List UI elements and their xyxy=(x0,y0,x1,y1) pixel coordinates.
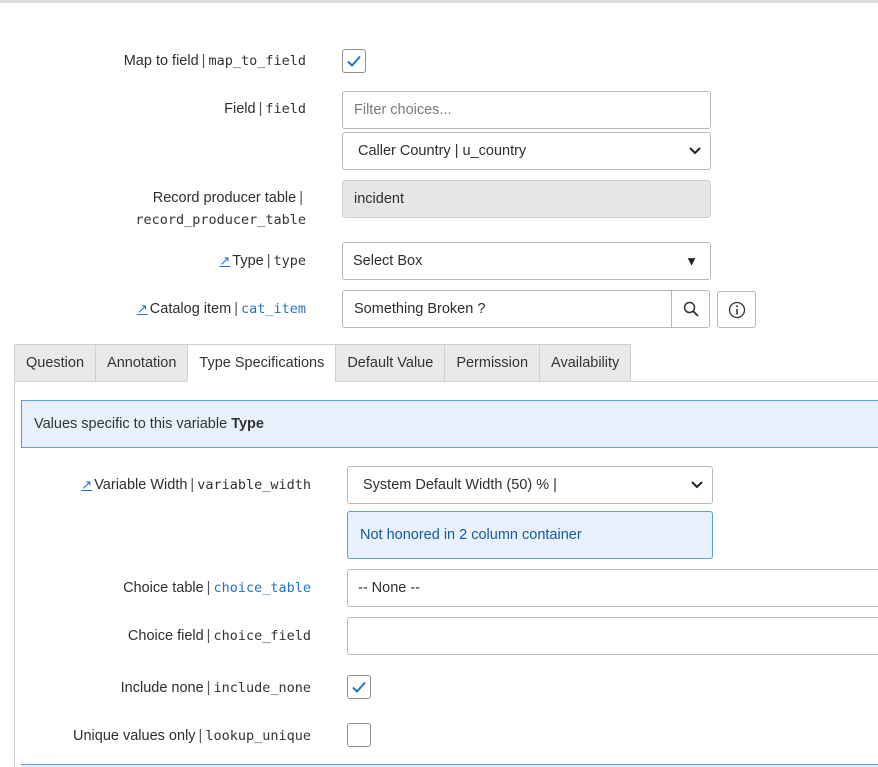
choice-table-select[interactable]: -- None -- xyxy=(347,569,878,607)
variable-width-value: System Default Width (50) % | xyxy=(363,477,557,493)
catalog-item-search-button[interactable] xyxy=(671,290,710,328)
variable-width-select[interactable]: System Default Width (50) % | xyxy=(347,466,713,504)
info-circle-icon xyxy=(728,301,745,318)
label-field: Field | field xyxy=(224,101,306,117)
tab-default-value[interactable]: Default Value xyxy=(335,344,445,382)
unique-values-checkbox[interactable] xyxy=(347,723,371,747)
label-map-to-field: Map to field | map_to_field xyxy=(123,53,306,69)
variable-width-note: Not honored in 2 column container xyxy=(347,511,713,559)
form-tabs: Question Annotation Type Specifications … xyxy=(14,344,632,382)
choice-table-value: -- None -- xyxy=(358,580,421,596)
label-type: ↗ Type | type xyxy=(219,253,306,269)
tab-panel-border xyxy=(14,381,15,767)
reference-link-icon[interactable]: ↗ xyxy=(137,301,148,316)
field-select[interactable]: Caller Country | u_country xyxy=(342,132,711,170)
field-filter-placeholder: Filter choices... xyxy=(354,102,452,118)
tab-question[interactable]: Question xyxy=(14,344,96,382)
field-filter-input[interactable]: Filter choices... xyxy=(342,91,711,129)
tab-annotation[interactable]: Annotation xyxy=(95,344,188,382)
label-catalog-item: ↗ Catalog item | cat_item xyxy=(136,301,306,317)
reference-link-icon[interactable]: ↗ xyxy=(81,477,92,492)
checkmark-icon xyxy=(347,55,361,67)
reference-link-icon[interactable]: ↗ xyxy=(219,253,230,268)
field-select-value: Caller Country | u_country xyxy=(358,143,527,159)
catalog-item-info-button[interactable] xyxy=(717,291,756,328)
catalog-item-input[interactable]: Something Broken ? xyxy=(342,290,672,328)
record-producer-table-value: incident xyxy=(354,191,404,207)
chevron-down-icon xyxy=(691,481,703,489)
catalog-item-value: Something Broken ? xyxy=(354,301,486,317)
choice-field-input[interactable] xyxy=(347,617,878,655)
type-select-value: Select Box xyxy=(353,253,423,269)
label-choice-table: Choice table | choice_table xyxy=(123,580,311,596)
label-variable-width: ↗ Variable Width | variable_width xyxy=(81,477,311,493)
label-record-producer-table: Record producer table | xyxy=(152,190,303,206)
magnifier-icon xyxy=(683,301,699,317)
triangle-down-icon: ▼ xyxy=(685,253,698,269)
chevron-down-icon xyxy=(689,147,701,155)
include-none-checkbox[interactable] xyxy=(347,675,371,699)
map-to-field-checkbox[interactable] xyxy=(342,49,366,73)
tab-permission[interactable]: Permission xyxy=(444,344,540,382)
label-choice-field: Choice field | choice_field xyxy=(127,628,311,644)
label-record-producer-table-name: record_producer_table xyxy=(135,212,306,228)
label-include-none: Include none | include_none xyxy=(120,680,311,696)
record-producer-table-field: incident xyxy=(342,180,711,218)
type-select[interactable]: Select Box ▼ xyxy=(342,242,711,280)
tab-availability[interactable]: Availability xyxy=(539,344,632,382)
tab-type-specifications[interactable]: Type Specifications xyxy=(187,344,336,382)
type-info-banner: Values specific to this variable Type xyxy=(21,400,878,448)
label-unique-values-only: Unique values only | lookup_unique xyxy=(73,728,311,744)
top-divider xyxy=(0,0,878,3)
checkmark-icon xyxy=(352,681,366,693)
